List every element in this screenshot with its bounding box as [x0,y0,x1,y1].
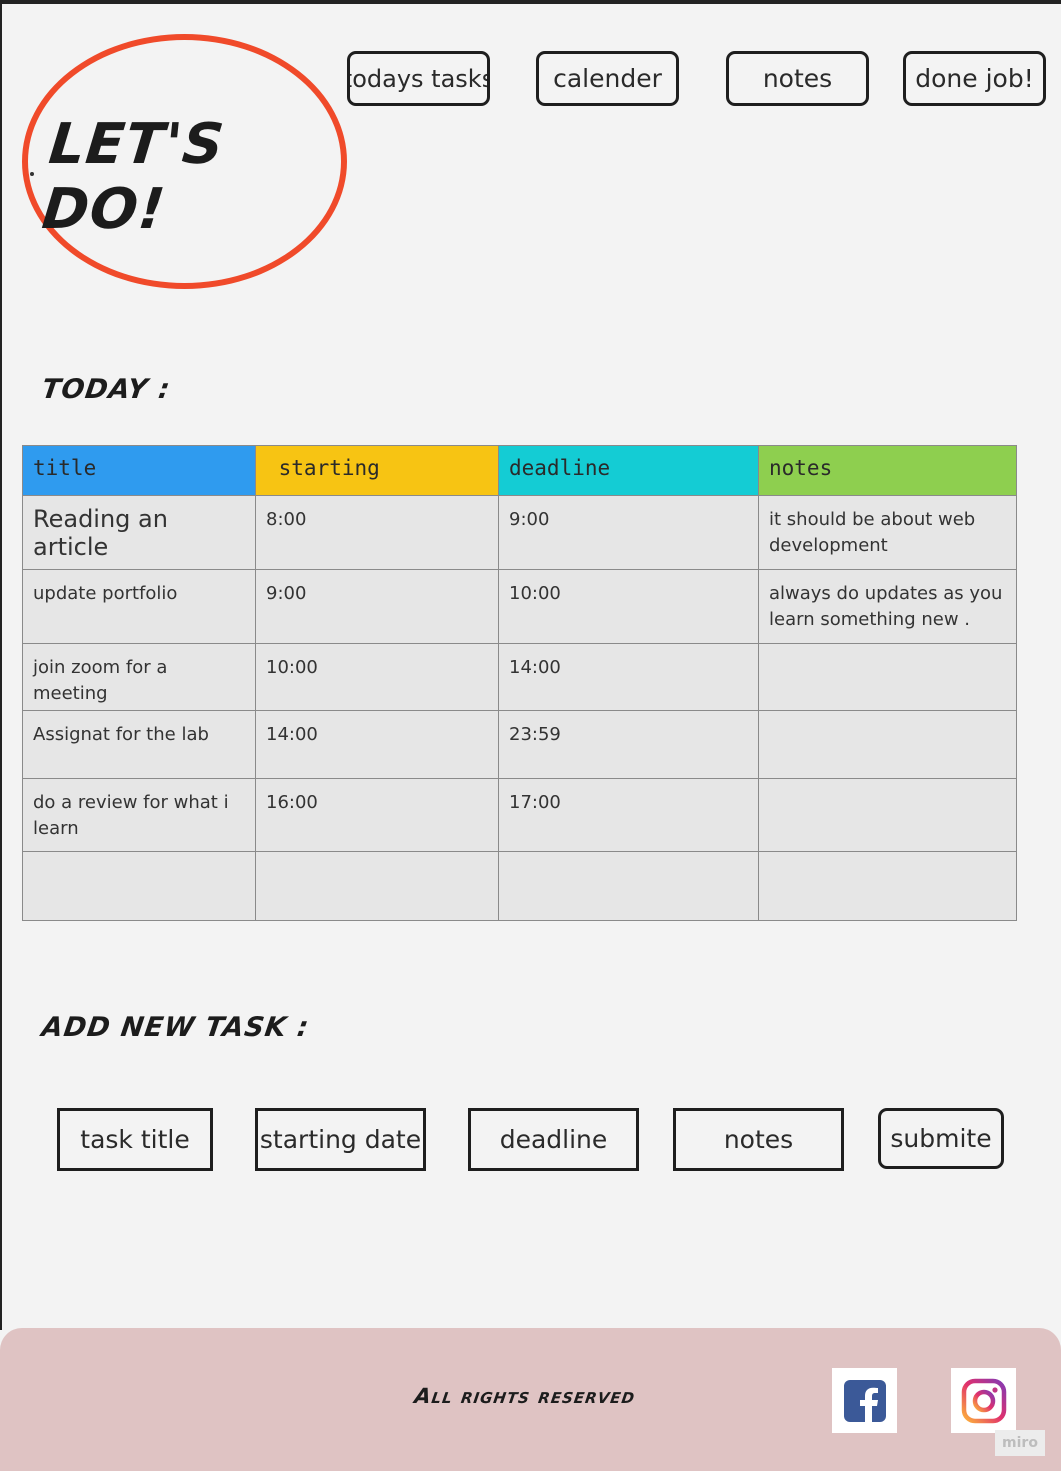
table-row: Reading an article 8:00 9:00 it should b… [22,495,1017,570]
task-title-cell[interactable] [22,851,256,921]
task-starting-cell[interactable]: 8:00 [255,495,499,570]
miro-watermark: miro [995,1430,1045,1456]
nav-calender-button[interactable]: calender [536,51,679,106]
today-heading: TODAY : [39,374,173,405]
table-row: join zoom for a meeting 10:00 14:00 [22,643,1017,711]
footer: All rights reserved miro [0,1328,1061,1471]
task-title-cell[interactable]: do a review for what i learn [22,778,256,852]
task-starting-cell[interactable]: 9:00 [255,569,499,644]
notes-input[interactable]: notes [673,1108,844,1171]
add-task-heading: ADD NEW TASK : [39,1012,312,1043]
tasks-table: title starting deadline notes Reading an… [22,445,1017,921]
starting-date-input[interactable]: starting date [255,1108,426,1171]
task-deadline-cell[interactable] [498,851,759,921]
table-header-row: title starting deadline notes [22,445,1017,496]
task-notes-cell[interactable] [758,778,1017,852]
nav-done-job-button[interactable]: done job! [903,51,1046,106]
task-notes-cell[interactable] [758,710,1017,779]
nav-notes-button[interactable]: notes [726,51,869,106]
column-header-starting[interactable]: starting [255,445,499,496]
task-notes-cell[interactable]: it should be about web development [758,495,1017,570]
task-notes-cell[interactable] [758,643,1017,711]
task-notes-cell[interactable]: always do updates as you learn something… [758,569,1017,644]
table-row: update portfolio 9:00 10:00 always do up… [22,569,1017,644]
task-starting-cell[interactable]: 10:00 [255,643,499,711]
task-starting-cell[interactable]: 16:00 [255,778,499,852]
column-header-title[interactable]: title [22,445,256,496]
table-row: do a review for what i learn 16:00 17:00 [22,778,1017,852]
logo-text[interactable]: LET'S DO! [39,112,343,242]
instagram-icon[interactable] [951,1368,1016,1433]
table-row: Assignat for the lab 14:00 23:59 [22,710,1017,779]
task-deadline-cell[interactable]: 10:00 [498,569,759,644]
task-starting-cell[interactable] [255,851,499,921]
task-title-cell[interactable]: Assignat for the lab [22,710,256,779]
submit-button[interactable]: submite [878,1108,1004,1169]
table-row [22,851,1017,921]
task-deadline-cell[interactable]: 23:59 [498,710,759,779]
page-left-border [0,0,2,1330]
task-starting-cell[interactable]: 14:00 [255,710,499,779]
deadline-input[interactable]: deadline [468,1108,639,1171]
task-title-cell[interactable]: update portfolio [22,569,256,644]
task-deadline-cell[interactable]: 9:00 [498,495,759,570]
task-deadline-cell[interactable]: 17:00 [498,778,759,852]
task-notes-cell[interactable] [758,851,1017,921]
task-title-cell[interactable]: Reading an article [22,495,256,570]
task-deadline-cell[interactable]: 14:00 [498,643,759,711]
column-header-deadline[interactable]: deadline [498,445,759,496]
logo-dot [30,172,34,176]
facebook-icon[interactable] [832,1368,897,1433]
nav-todays-tasks-button[interactable]: todays tasks [347,51,490,106]
task-title-cell[interactable]: join zoom for a meeting [22,643,256,711]
task-title-input[interactable]: task title [57,1108,213,1171]
page-top-border [0,0,1061,4]
column-header-notes[interactable]: notes [758,445,1017,496]
